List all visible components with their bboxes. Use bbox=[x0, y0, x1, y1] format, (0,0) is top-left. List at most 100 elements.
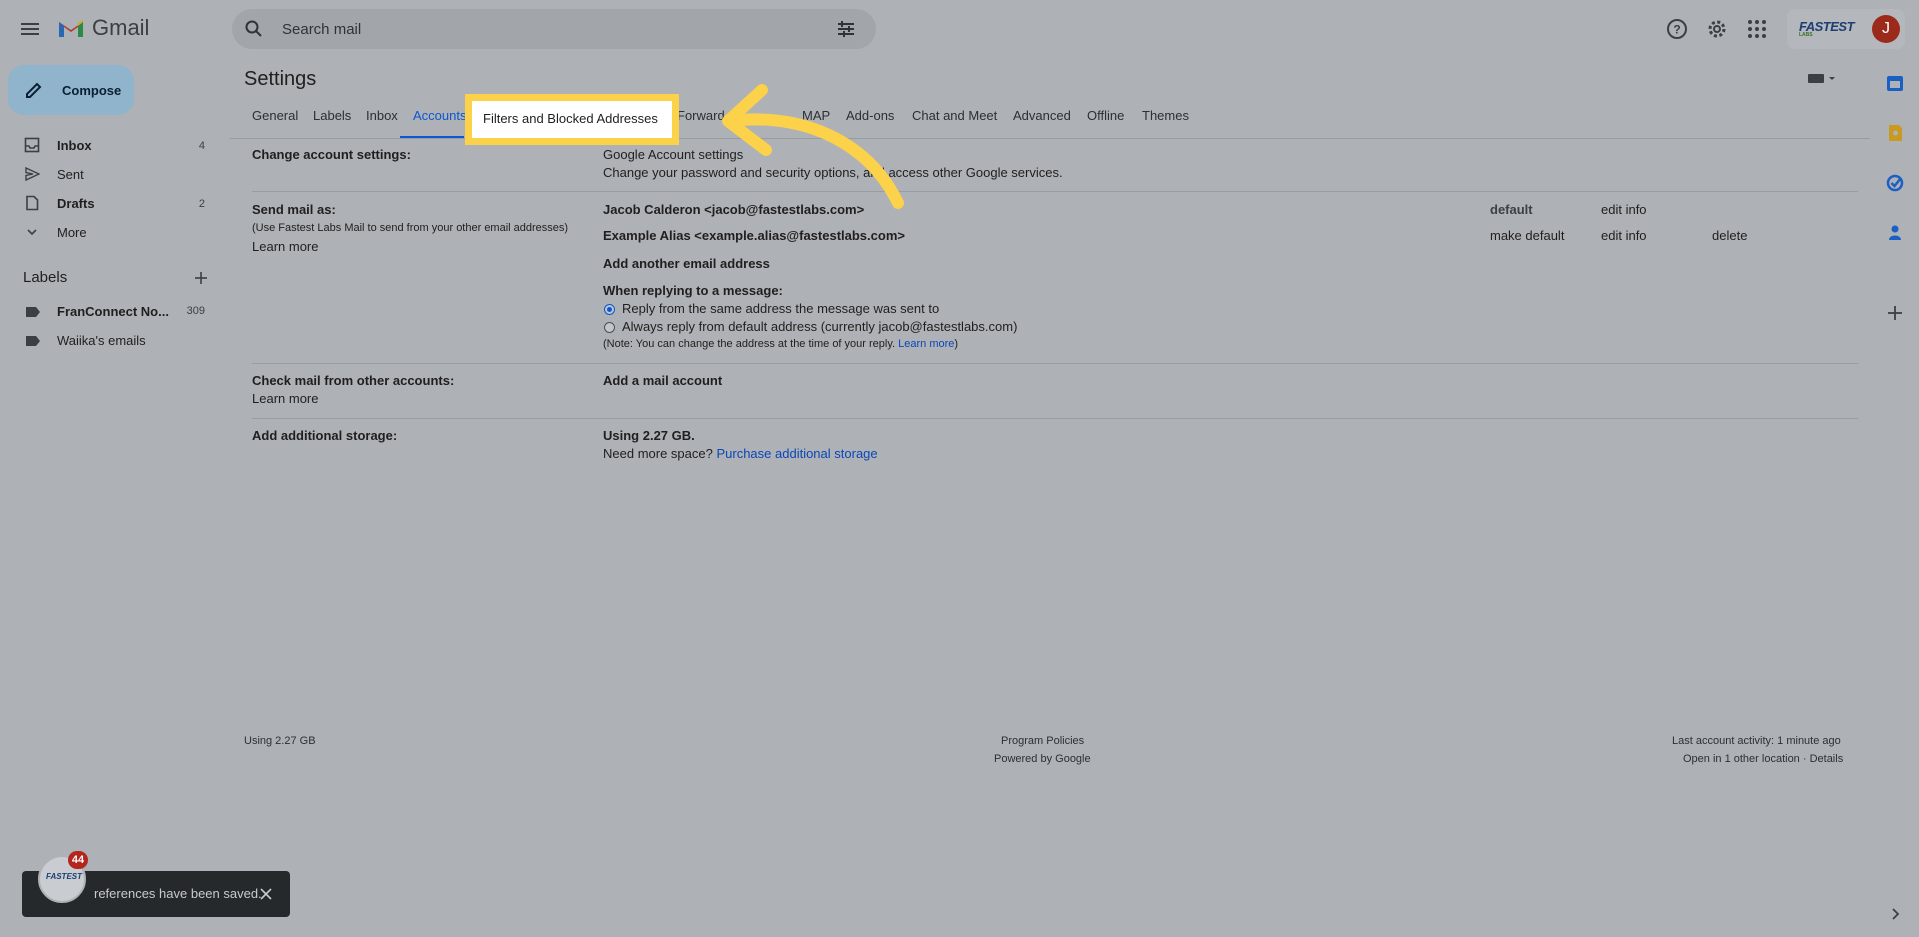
section-divider bbox=[252, 418, 1858, 419]
compose-label: Compose bbox=[62, 82, 122, 98]
settings-gear-icon[interactable] bbox=[1705, 17, 1729, 41]
tab-accounts[interactable]: Accounts bbox=[413, 108, 466, 123]
pointer-arrow-icon bbox=[722, 84, 904, 209]
main-menu-icon[interactable] bbox=[18, 17, 42, 41]
label-item-name: FranConnect No... bbox=[57, 304, 169, 319]
tab-advanced[interactable]: Advanced bbox=[1013, 108, 1071, 123]
label-item[interactable]: FranConnect No... 309 bbox=[0, 299, 216, 325]
search-input[interactable] bbox=[268, 9, 808, 49]
section-divider bbox=[252, 363, 1858, 364]
change-account-label: Change account settings: bbox=[252, 147, 411, 162]
calendar-icon[interactable] bbox=[1886, 74, 1904, 92]
tab-themes[interactable]: Themes bbox=[1142, 108, 1189, 123]
labels-header: Labels bbox=[23, 269, 213, 289]
sidebar-item-label: Inbox bbox=[57, 138, 92, 153]
additional-storage-label: Add additional storage: bbox=[252, 428, 398, 443]
tab-filters-and-blocked-addresses[interactable]: Filters and Blocked Addresses bbox=[483, 111, 658, 126]
sidebar-item-label: Sent bbox=[57, 167, 84, 182]
gmail-m-icon bbox=[59, 20, 83, 37]
footer-usage: Using 2.27 GB bbox=[244, 735, 316, 747]
label-item-count: 309 bbox=[186, 305, 205, 317]
tab-general[interactable]: General bbox=[252, 108, 298, 123]
settings-panel: Settings General Labels Inbox Accounts F… bbox=[230, 58, 1870, 922]
add-label-icon[interactable] bbox=[193, 270, 209, 286]
search-options-icon[interactable] bbox=[836, 19, 856, 39]
search-bar bbox=[232, 9, 876, 49]
reply-note-text: (Note: You can change the address at the… bbox=[603, 338, 896, 350]
add-mail-account-link[interactable]: Add a mail account bbox=[603, 373, 722, 388]
fastest-labs-logo: FASTEST LABS bbox=[1799, 19, 1855, 38]
apps-grid-icon[interactable] bbox=[1745, 17, 1769, 41]
app-name: Gmail bbox=[92, 15, 150, 40]
reply-note-end: ) bbox=[954, 338, 959, 350]
program-policies-link[interactable]: Program Policies bbox=[1001, 735, 1084, 747]
labels-title: Labels bbox=[23, 269, 68, 286]
send-mail-learn-more-link[interactable]: Learn more bbox=[252, 239, 318, 254]
show-side-panel-icon[interactable] bbox=[1886, 905, 1904, 923]
reply-same-address-label: Reply from the same address the message … bbox=[622, 301, 940, 316]
purchase-storage-link[interactable]: Purchase additional storage bbox=[716, 446, 877, 461]
keyboard-icon[interactable] bbox=[1808, 72, 1838, 86]
check-mail-learn-more-link[interactable]: Learn more bbox=[252, 391, 318, 406]
need-more-space-text: Need more space? bbox=[603, 446, 713, 461]
tab-offline[interactable]: Offline bbox=[1087, 108, 1124, 123]
reply-default-address-radio[interactable] bbox=[604, 322, 615, 333]
notification-count-badge: 44 bbox=[68, 851, 88, 869]
reply-settings-title: When replying to a message: bbox=[603, 283, 783, 298]
sidebar-item-inbox[interactable]: Inbox 4 bbox=[0, 131, 216, 160]
edit-info-link[interactable]: edit info bbox=[1601, 228, 1647, 243]
tab-labels[interactable]: Labels bbox=[313, 108, 351, 123]
page-title: Settings bbox=[244, 68, 317, 90]
keep-icon[interactable] bbox=[1886, 124, 1904, 142]
make-default-link[interactable]: make default bbox=[1490, 228, 1564, 243]
label-tag-icon bbox=[26, 336, 40, 346]
edit-info-link[interactable]: edit info bbox=[1601, 202, 1647, 217]
default-status: default bbox=[1490, 202, 1533, 217]
avatar[interactable]: J bbox=[1872, 15, 1900, 43]
help-icon[interactable]: ? bbox=[1665, 17, 1689, 41]
section-divider bbox=[252, 191, 1858, 192]
last-account-activity: Last account activity: 1 minute ago bbox=[1672, 735, 1841, 747]
chevron-down-icon bbox=[27, 229, 37, 236]
send-mail-as-sub: (Use Fastest Labs Mail to send from your… bbox=[252, 222, 569, 234]
send-mail-as-label: Send mail as: bbox=[252, 202, 336, 217]
delete-address-link[interactable]: delete bbox=[1712, 228, 1747, 243]
send-icon bbox=[25, 166, 40, 182]
inbox-icon bbox=[24, 137, 40, 153]
check-mail-label: Check mail from other accounts: bbox=[252, 373, 455, 388]
sidebar-item-more[interactable]: More bbox=[0, 218, 216, 247]
reply-default-address-label: Always reply from default address (curre… bbox=[622, 319, 1018, 334]
tab-inbox[interactable]: Inbox bbox=[366, 108, 398, 123]
label-item[interactable]: Waiika's emails bbox=[0, 328, 216, 354]
get-add-ons-icon[interactable] bbox=[1886, 304, 1904, 322]
label-item-name: Waiika's emails bbox=[57, 333, 146, 348]
draft-icon bbox=[26, 195, 39, 211]
add-another-email-link[interactable]: Add another email address bbox=[603, 256, 770, 271]
svg-text:?: ? bbox=[1673, 23, 1680, 37]
tab-chat-and-meet[interactable]: Chat and Meet bbox=[912, 108, 997, 123]
reply-note-learn-more-link[interactable]: Learn more bbox=[898, 338, 954, 350]
tasks-icon[interactable] bbox=[1886, 174, 1904, 192]
sidebar-item-count: 4 bbox=[198, 139, 205, 152]
send-as-address: Example Alias <example.alias@fastestlabs… bbox=[603, 228, 905, 243]
pencil-icon bbox=[26, 82, 42, 98]
sidebar-item-label: Drafts bbox=[57, 196, 95, 211]
sidebar-item-drafts[interactable]: Drafts 2 bbox=[0, 189, 216, 218]
sidebar-item-sent[interactable]: Sent bbox=[0, 160, 216, 189]
sidebar-item-label: More bbox=[57, 225, 87, 240]
top-bar: Gmail ? FASTEST LABS bbox=[0, 0, 1919, 58]
powered-by: Powered by Google bbox=[994, 753, 1091, 765]
gmail-logo[interactable]: Gmail bbox=[58, 15, 149, 41]
reply-same-address-radio[interactable] bbox=[604, 304, 615, 315]
label-tag-icon bbox=[26, 307, 40, 317]
snackbar-message: references have been saved. bbox=[94, 886, 262, 901]
storage-usage: Using 2.27 GB. bbox=[603, 428, 695, 443]
search-icon[interactable] bbox=[244, 19, 264, 39]
compose-button[interactable]: Compose bbox=[8, 65, 134, 115]
reply-note: (Note: You can change the address at the… bbox=[603, 338, 958, 350]
extension-logo: FASTEST bbox=[46, 872, 83, 881]
close-icon[interactable] bbox=[259, 887, 273, 901]
other-locations-details-link[interactable]: Open in 1 other location · Details bbox=[1683, 753, 1843, 765]
sidebar-nav: Inbox 4 Sent Drafts 2 More bbox=[0, 131, 216, 247]
contacts-icon[interactable] bbox=[1886, 224, 1904, 242]
